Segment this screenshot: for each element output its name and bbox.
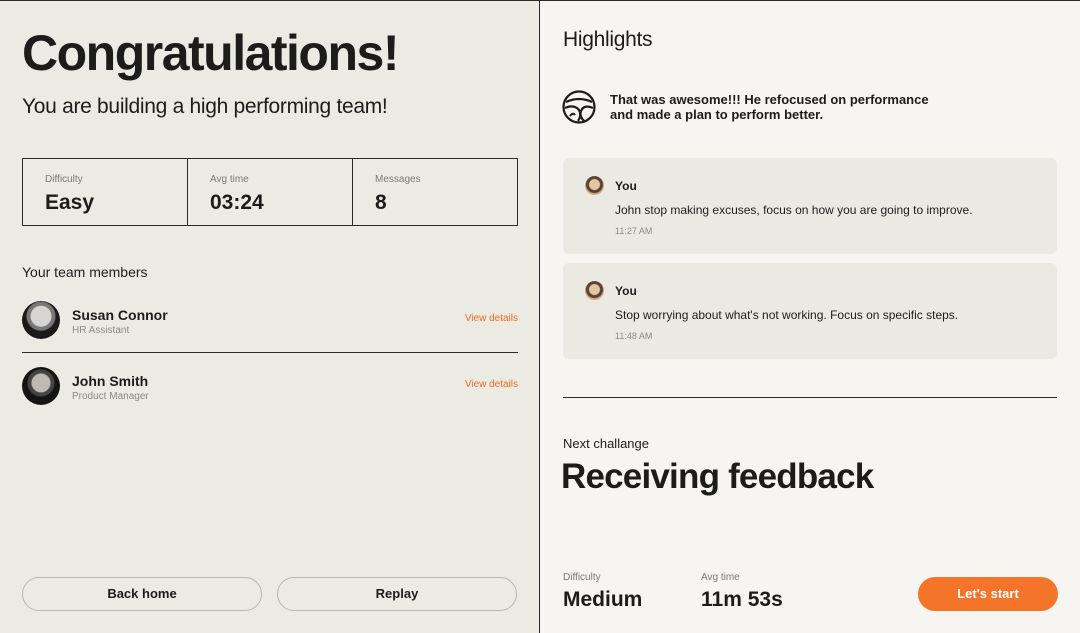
- stat-value: Medium: [563, 588, 643, 611]
- stat-label: Avg time: [701, 572, 740, 583]
- stat-label: Avg time: [210, 174, 249, 185]
- avatar: [585, 176, 604, 195]
- back-home-button[interactable]: Back home: [22, 577, 262, 611]
- member-name: John Smith: [72, 373, 149, 389]
- page-subtitle: You are building a high performing team!: [22, 95, 388, 118]
- avatar: [22, 301, 60, 339]
- lets-start-button[interactable]: Let's start: [918, 577, 1058, 611]
- coach-logo-icon: [562, 90, 596, 124]
- team-member-row: John Smith Product Manager View details: [22, 365, 518, 417]
- page-title: Congratulations!: [22, 25, 399, 81]
- summary-panel: Congratulations! You are building a high…: [0, 1, 540, 633]
- message-card: You John stop making excuses, focus on h…: [563, 158, 1057, 254]
- highlight-summary: That was awesome!!! He refocused on perf…: [610, 92, 929, 122]
- stats-box: Difficulty Easy Avg time 03:24 Messages …: [22, 158, 518, 226]
- next-stat-avg-time: Avg time 11m 53s: [701, 572, 783, 612]
- highlights-title: Highlights: [563, 28, 653, 51]
- stat-label: Messages: [375, 174, 421, 185]
- message-time: 11:27 AM: [615, 226, 653, 236]
- stat-messages: Messages 8: [353, 159, 517, 225]
- next-challenge-label: Next challange: [563, 436, 649, 451]
- avatar: [22, 367, 60, 405]
- stat-value: Easy: [45, 191, 95, 214]
- view-details-link[interactable]: View details: [465, 313, 518, 324]
- member-name: Susan Connor: [72, 307, 168, 323]
- message-author: You: [615, 284, 637, 298]
- stat-label: Difficulty: [45, 174, 83, 185]
- stat-avg-time: Avg time 03:24: [188, 159, 353, 225]
- message-author: You: [615, 179, 637, 193]
- team-member-row: Susan Connor HR Assistant View details: [22, 299, 518, 353]
- member-role: Product Manager: [72, 391, 149, 402]
- message-text: Stop worrying about what's not working. …: [615, 308, 959, 322]
- next-stat-difficulty: Difficulty Medium: [563, 572, 642, 612]
- highlights-panel: Highlights That was awesome!!! He refocu…: [541, 1, 1080, 633]
- stat-difficulty: Difficulty Easy: [23, 159, 188, 225]
- team-heading: Your team members: [22, 264, 148, 280]
- divider: [563, 397, 1057, 398]
- stat-value: 03:24: [210, 191, 264, 214]
- next-challenge-title: Receiving feedback: [561, 457, 874, 496]
- member-role: HR Assistant: [72, 325, 130, 336]
- avatar: [585, 281, 604, 300]
- view-details-link[interactable]: View details: [465, 379, 518, 390]
- replay-button[interactable]: Replay: [277, 577, 517, 611]
- message-card: You Stop worrying about what's not worki…: [563, 263, 1057, 359]
- stat-label: Difficulty: [563, 572, 601, 583]
- message-time: 11:48 AM: [615, 331, 653, 341]
- message-text: John stop making excuses, focus on how y…: [615, 203, 973, 217]
- stat-value: 11m 53s: [701, 588, 783, 611]
- stat-value: 8: [375, 191, 387, 214]
